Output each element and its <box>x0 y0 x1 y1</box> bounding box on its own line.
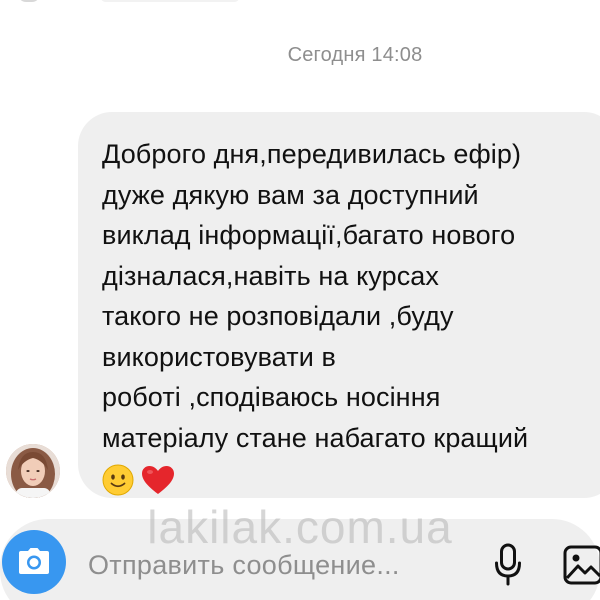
message-input[interactable]: Отправить сообщение... <box>88 550 400 581</box>
message-line: дуже дякую вам за доступний <box>102 179 479 210</box>
message-line: виклад інформації,багато нового <box>102 220 516 250</box>
slightly-smiling-face-icon <box>102 464 134 496</box>
avatar-photo <box>6 444 60 498</box>
message-line: дізналася,навіть на курсах <box>102 260 440 291</box>
message-text: Доброго дня,передивилась ефір) дуже дяку… <box>102 134 600 498</box>
previous-message-fragment <box>0 0 600 8</box>
message-line: Доброго дня,передивилась ефір) <box>102 139 522 169</box>
message-line: використовувати в <box>102 341 336 372</box>
message-timestamp: Сегодня 14:08 <box>287 44 423 66</box>
previous-avatar-fragment <box>18 0 40 2</box>
red-heart-icon <box>142 466 174 494</box>
avatar[interactable] <box>6 444 60 498</box>
message-line: такого не розповідали ,буду <box>102 301 454 331</box>
emoji-line <box>102 460 600 498</box>
message-line: роботі ,сподіваюсь носіння <box>102 382 441 412</box>
message-line: матеріалу стане набагато кращий <box>102 422 529 453</box>
received-message-bubble[interactable]: Доброго дня,передивилась ефір) дуже дяку… <box>78 112 600 498</box>
watermark: lakilak.com.ua <box>147 501 453 553</box>
previous-bubble-fragment <box>100 0 240 2</box>
